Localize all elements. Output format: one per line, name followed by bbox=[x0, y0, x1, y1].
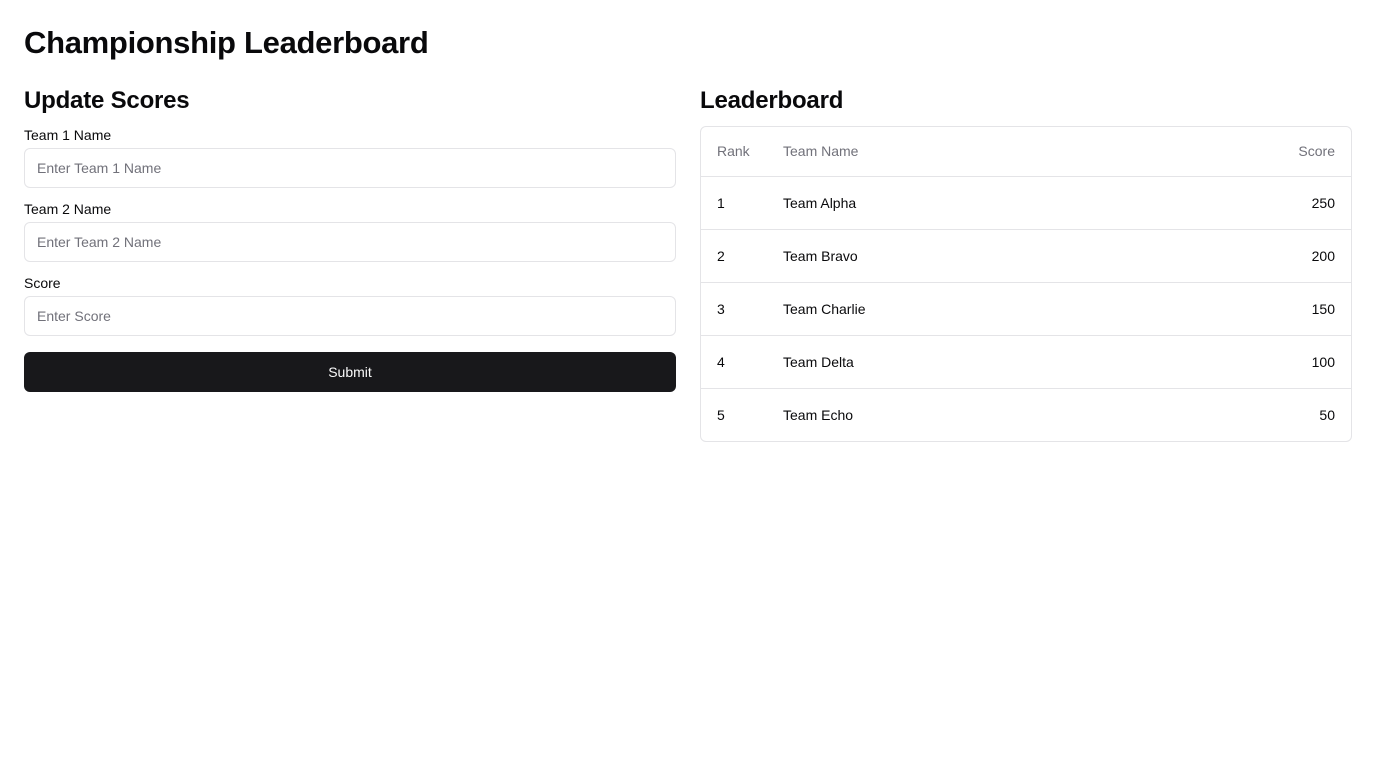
rank-column-header: Rank bbox=[701, 127, 767, 177]
page-title: Championship Leaderboard bbox=[24, 25, 429, 60]
leaderboard-table-container: Rank Team Name Score 1 Team Alpha 250 2 bbox=[700, 126, 1352, 442]
score-cell: 100 bbox=[1132, 335, 1351, 389]
team-name-cell: Team Delta bbox=[767, 335, 1133, 389]
update-scores-heading: Update Scores bbox=[24, 87, 190, 114]
page: Championship Leaderboard Update Scores T… bbox=[0, 0, 1376, 768]
leaderboard-panel: Leaderboard Rank Team Name Score 1 Team … bbox=[700, 86, 1352, 442]
team-name-cell: Team Echo bbox=[783, 406, 854, 423]
team-name-column-header: Team Name bbox=[767, 127, 1133, 177]
submit-button[interactable]: Submit bbox=[24, 352, 676, 392]
team2-field: Team 2 Name bbox=[24, 200, 676, 262]
score-cell: 250 bbox=[1132, 176, 1351, 230]
score-input[interactable] bbox=[24, 296, 676, 336]
score-column-header: Score bbox=[1132, 127, 1351, 177]
score-cell: 50 bbox=[1319, 406, 1335, 423]
team2-label: Team 2 Name bbox=[24, 201, 112, 217]
team-name-cell: Team Alpha bbox=[767, 176, 1133, 230]
team-name-cell: Team Charlie bbox=[767, 282, 1133, 336]
leaderboard-heading: Leaderboard bbox=[700, 87, 844, 114]
team-name-cell: Team Bravo bbox=[767, 229, 1133, 283]
table-row: 5 Team Echo 50 bbox=[701, 388, 1351, 441]
table-header-row: Rank Team Name Score bbox=[701, 127, 1351, 177]
rank-cell: 1 bbox=[701, 176, 767, 230]
score-cell: 150 bbox=[1132, 282, 1351, 336]
leaderboard-table: Rank Team Name Score 1 Team Alpha 250 2 bbox=[701, 127, 1351, 441]
rank-cell: 3 bbox=[701, 282, 767, 336]
main-columns: Update Scores Team 1 Name Team 2 Name Sc… bbox=[24, 86, 1352, 442]
team2-name-input[interactable] bbox=[24, 222, 676, 262]
table-row: 2 Team Bravo 200 bbox=[701, 229, 1351, 283]
rank-cell: 2 bbox=[701, 229, 767, 283]
score-cell: 200 bbox=[1132, 229, 1351, 283]
table-row: 1 Team Alpha 250 bbox=[701, 176, 1351, 230]
score-field: Score bbox=[24, 274, 676, 336]
rank-cell: 5 bbox=[717, 406, 725, 423]
rank-cell: 4 bbox=[701, 335, 767, 389]
team1-name-input[interactable] bbox=[24, 148, 676, 188]
update-scores-panel: Update Scores Team 1 Name Team 2 Name Sc… bbox=[24, 86, 676, 442]
team1-field: Team 1 Name bbox=[24, 126, 676, 188]
table-row: 3 Team Charlie 150 bbox=[701, 282, 1351, 336]
score-label: Score bbox=[24, 275, 61, 291]
table-row: 4 Team Delta 100 bbox=[701, 335, 1351, 389]
team1-label: Team 1 Name bbox=[24, 127, 112, 143]
